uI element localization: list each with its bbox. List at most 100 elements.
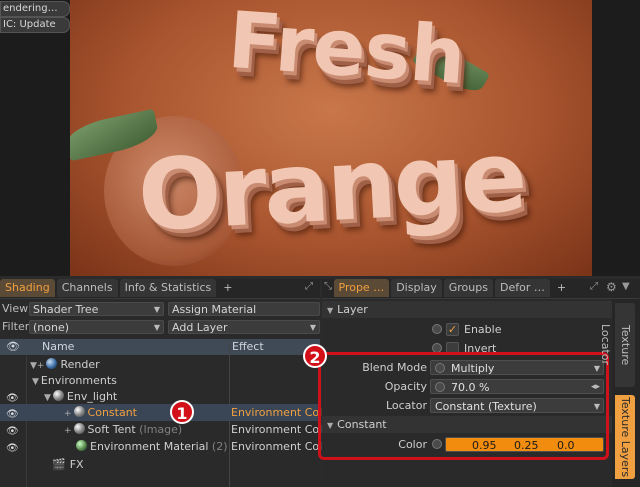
add-tab-button[interactable]: +	[552, 279, 571, 297]
environment-ball-icon	[52, 390, 64, 401]
gear-icon[interactable]: ⚙	[606, 280, 617, 294]
tab-display[interactable]: Display	[391, 279, 442, 297]
annotation-badge-1: 1	[170, 400, 194, 424]
tab-channels[interactable]: Channels	[56, 279, 118, 297]
rendering-status: endering…	[0, 1, 70, 17]
tree-item-name: Environment Material	[90, 440, 209, 453]
effect-column-header[interactable]: Effect	[232, 340, 264, 353]
invert-label: Invert	[464, 342, 497, 355]
name-column-header[interactable]: Name	[42, 340, 74, 353]
view-row: View Shader Tree ▼ Assign Material	[0, 300, 320, 318]
expand-arrow-icon[interactable]: ▼+	[30, 361, 44, 371]
tab-groups[interactable]: Groups	[443, 279, 493, 297]
material-ball-icon	[76, 440, 87, 451]
opacity-field[interactable]: 70.0 % ◂▸	[430, 379, 604, 394]
visibility-column-icon: 👁	[6, 340, 20, 353]
3d-viewport[interactable]: Fresh Orange endering… IC: Update	[0, 0, 640, 276]
color-red-value[interactable]: 0.95	[472, 438, 497, 453]
tree-row-environments[interactable]: ▼ Environments	[0, 372, 320, 389]
section-layer-title: Layer	[337, 303, 368, 316]
expand-plus-icon[interactable]: +	[64, 426, 72, 436]
collapse-panel-icon[interactable]: ⤡	[324, 281, 332, 292]
right-tab-bar: ⤡ Prope … Display Groups Defor … + ⤢ ⚙ ▼	[322, 279, 640, 299]
slider-arrows-icon[interactable]: ◂▸	[591, 380, 600, 395]
opacity-value: 70.0 %	[451, 381, 490, 394]
channel-link-icon[interactable]	[435, 382, 445, 392]
expand-panel-icon[interactable]: ⤢	[305, 281, 313, 292]
tree-row-env-light[interactable]: 👁 ▼ Env_light	[0, 388, 320, 405]
enable-label: Enable	[464, 323, 502, 336]
chevron-down-icon[interactable]: ▼	[622, 281, 630, 292]
view-select-value: Shader Tree	[33, 303, 99, 316]
tab-deformers[interactable]: Defor …	[494, 279, 550, 297]
eye-icon[interactable]: 👁	[6, 440, 19, 454]
tree-item-name: Environments	[40, 374, 117, 387]
tab-texture-layers[interactable]: Texture Layers	[615, 395, 635, 479]
render-preview: Fresh Orange	[70, 0, 592, 276]
tree-item-effect: Environment Color	[231, 423, 334, 436]
tree-item-name: Constant	[87, 406, 137, 419]
eye-icon[interactable]: 👁	[6, 390, 19, 404]
tree-item-name: FX	[69, 458, 84, 471]
add-layer-select[interactable]: Add Layer ▼	[168, 320, 320, 334]
tree-item-name: Soft Tent	[87, 423, 136, 436]
assign-material-button[interactable]: Assign Material	[168, 302, 320, 316]
expand-plus-icon[interactable]: +	[64, 409, 72, 419]
blend-mode-select[interactable]: Multiply ▼	[430, 360, 604, 375]
filter-select-value: (none)	[33, 321, 70, 334]
blend-mode-value: Multiply	[451, 362, 495, 375]
tree-row-render[interactable]: ▼+ Render	[0, 356, 320, 373]
opacity-label: Opacity	[384, 380, 427, 393]
image-ball-icon	[73, 423, 85, 434]
chevron-down-icon: ▼	[309, 323, 316, 332]
tree-item-name: Env_light	[66, 390, 118, 403]
view-select[interactable]: Shader Tree ▼	[29, 302, 164, 316]
color-field[interactable]: 0.95 0.25 0.0	[445, 437, 604, 452]
properties-panel: ▼ Layer ✓ Enable Invert Blend Mode Multip…	[322, 299, 612, 487]
shader-tree: ▼+ Render ▼ Environments 👁 ▼ Env_light 👁 + C…	[0, 356, 333, 487]
section-constant-title: Constant	[337, 418, 387, 431]
enable-checkbox[interactable]: ✓	[446, 323, 459, 336]
section-layer[interactable]: ▼ Layer	[322, 301, 612, 318]
blend-mode-row: Blend Mode Multiply ▼	[322, 358, 612, 377]
channel-link-icon[interactable]	[432, 324, 442, 334]
view-label: View	[2, 302, 29, 315]
opacity-row: Opacity 70.0 % ◂▸	[322, 377, 612, 396]
chevron-down-icon: ▼	[153, 323, 160, 332]
update-status: IC: Update	[0, 17, 70, 33]
expand-arrow-icon[interactable]: ▼	[32, 377, 39, 387]
tab-shading[interactable]: Shading	[0, 279, 55, 297]
filter-label: Filter	[2, 320, 30, 333]
tree-item-name: Render	[60, 358, 100, 371]
eye-icon[interactable]: 👁	[6, 423, 19, 437]
tab-info-statistics[interactable]: Info & Statistics	[119, 279, 217, 297]
shader-tree-panel: View Shader Tree ▼ Assign Material Filte…	[0, 299, 333, 487]
tree-row-environment-material[interactable]: 👁 Environment Material (2) Environment C…	[0, 438, 333, 455]
add-tab-button[interactable]: +	[218, 279, 237, 297]
locator-select[interactable]: Constant (Texture) ▼	[430, 398, 604, 413]
channel-link-icon[interactable]	[435, 363, 445, 373]
tree-row-constant[interactable]: 👁 + Constant Environment Color	[0, 404, 333, 421]
eye-icon[interactable]: 👁	[6, 406, 19, 420]
tab-properties[interactable]: Prope …	[333, 279, 390, 297]
color-blue-value[interactable]: 0.0	[557, 438, 575, 453]
locator-value: Constant (Texture)	[435, 400, 537, 413]
channel-link-icon[interactable]	[432, 343, 442, 353]
tab-texture-locator[interactable]: Texture Locator	[599, 303, 635, 387]
color-row: Color 0.95 0.25 0.0	[322, 435, 612, 454]
color-green-value[interactable]: 0.25	[514, 438, 539, 453]
tree-header: 👁 Name Effect	[0, 339, 320, 355]
tree-item-suffix: (Image)	[139, 423, 183, 436]
add-layer-label: Add Layer	[172, 321, 228, 334]
tree-row-soft-tent[interactable]: 👁 + Soft Tent (Image) Environment Color	[0, 421, 333, 438]
expand-arrow-icon[interactable]: ▼	[44, 393, 51, 403]
section-constant[interactable]: ▼ Constant	[322, 416, 612, 433]
render-ball-icon	[46, 358, 58, 369]
filter-select[interactable]: (none) ▼	[29, 320, 164, 334]
expand-panel-icon[interactable]: ⤢	[590, 281, 598, 292]
side-tab-bar: Texture Locator Texture Layers	[599, 299, 640, 487]
tree-row-fx[interactable]: 🎬 FX	[0, 456, 320, 473]
fx-clapper-icon: 🎬	[52, 458, 66, 471]
invert-checkbox[interactable]	[446, 342, 459, 355]
channel-link-icon[interactable]	[432, 439, 442, 449]
